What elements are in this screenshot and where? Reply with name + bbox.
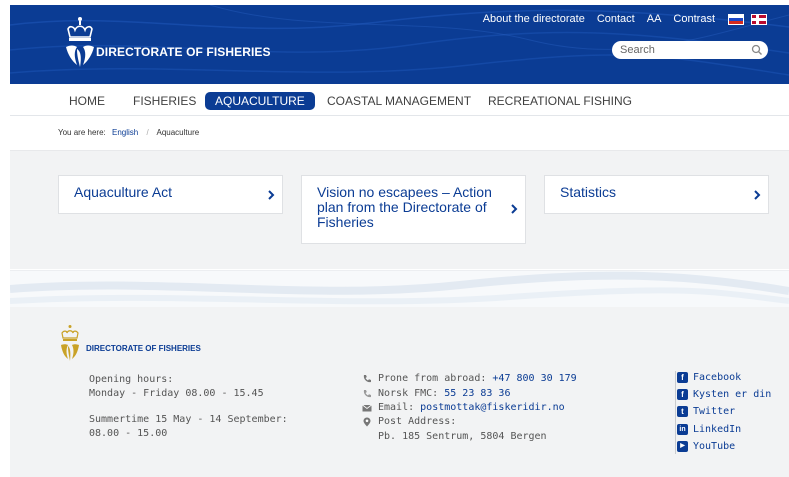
nav-home[interactable]: HOME: [69, 92, 105, 110]
summertime-label: Summertime 15 May - 14 September:: [89, 414, 288, 425]
youtube-icon[interactable]: ▶: [677, 441, 688, 452]
email-icon: [362, 404, 372, 412]
nav-fisheries[interactable]: FISHERIES: [133, 92, 196, 110]
linkedin-icon[interactable]: in: [677, 424, 688, 435]
fmc-label: Norsk FMC:: [378, 388, 439, 399]
site-header: DIRECTORATE OF FISHERIES About the direc…: [10, 5, 789, 84]
chevron-right-icon: [754, 190, 761, 200]
chevron-right-icon: [268, 190, 275, 200]
contact-link[interactable]: Contact: [597, 13, 635, 25]
facebook-icon[interactable]: f: [677, 372, 688, 383]
facebook-link[interactable]: Facebook: [693, 372, 741, 383]
crown-logo-icon[interactable]: [60, 15, 100, 71]
main-navigation: HOME FISHERIES AQUACULTURE COASTAL MANAG…: [10, 84, 789, 116]
russian-flag-icon[interactable]: [728, 13, 744, 25]
kysten-er-din-link[interactable]: Kysten er din: [693, 389, 771, 400]
opening-hours-label: Opening hours:: [89, 374, 174, 385]
twitter-icon[interactable]: t: [677, 406, 688, 417]
phone-label: Prone from abroad:: [378, 373, 487, 384]
fmc-line: Norsk FMC: 55 23 83 36: [378, 388, 510, 399]
card-title: Aquaculture Act: [74, 184, 173, 200]
card-title-line: plan from the Directorate of: [317, 199, 487, 215]
post-address-label: Post Address:: [378, 416, 457, 427]
card-aquaculture-act[interactable]: Aquaculture Act: [58, 175, 283, 214]
card-title: Vision no escapees – Action plan from th…: [317, 185, 492, 230]
phone-line: Prone from abroad: +47 800 30 179: [378, 373, 577, 384]
phone-icon: [363, 375, 371, 383]
contrast-link[interactable]: Contrast: [673, 13, 715, 25]
opening-hours-value: Monday - Friday 08.00 - 15.45: [89, 388, 264, 399]
breadcrumb-current: Aquaculture: [156, 128, 200, 137]
phone-link[interactable]: +47 800 30 179: [492, 373, 576, 384]
email-label: Email:: [378, 402, 415, 413]
email-link[interactable]: postmottak@fiskeridir.no: [420, 402, 565, 413]
wave-pattern: [9, 271, 789, 305]
fmc-phone-icon: [363, 390, 371, 398]
breadcrumb: You are here: English / Aquaculture: [58, 128, 199, 137]
decorative-wave-band: [9, 270, 789, 307]
card-title-line: Vision no escapees – Action: [317, 184, 492, 200]
card-statistics[interactable]: Statistics: [544, 175, 769, 214]
twitter-link[interactable]: Twitter: [693, 406, 735, 417]
breadcrumb-home-link[interactable]: English: [112, 128, 138, 137]
fmc-link[interactable]: 55 23 83 36: [444, 388, 510, 399]
nav-coastal-management[interactable]: COASTAL MANAGEMENT: [327, 92, 471, 110]
email-line: Email: postmottak@fiskeridir.no: [378, 402, 565, 413]
norwegian-flag-icon[interactable]: [751, 13, 767, 25]
card-title: Statistics: [560, 184, 617, 200]
facebook-icon[interactable]: f: [677, 389, 688, 400]
nav-recreational-fishing[interactable]: RECREATIONAL FISHING: [488, 92, 632, 110]
about-link[interactable]: About the directorate: [483, 13, 585, 25]
footer-logo-text[interactable]: DIRECTORATE OF FISHERIES: [86, 344, 201, 353]
text-size-link[interactable]: AA: [647, 13, 662, 25]
breadcrumb-prefix: You are here:: [58, 128, 106, 137]
linkedin-link[interactable]: LinkedIn: [693, 424, 741, 435]
footer-crown-logo-icon[interactable]: [58, 324, 82, 364]
card-title-line: Fisheries: [317, 214, 374, 230]
post-address-value: Pb. 185 Sentrum, 5804 Bergen: [378, 431, 547, 442]
utility-links: About the directorate Contact AA Contras…: [471, 10, 767, 28]
social-divider: [675, 371, 676, 454]
youtube-link[interactable]: YouTube: [693, 441, 735, 452]
site-logo-text[interactable]: DIRECTORATE OF FISHERIES: [96, 45, 271, 59]
map-pin-icon: [363, 417, 371, 427]
search-input[interactable]: [612, 41, 768, 59]
search-icon[interactable]: [751, 44, 763, 56]
card-vision-no-escapees[interactable]: Vision no escapees – Action plan from th…: [301, 175, 526, 244]
summertime-value: 08.00 - 15.00: [89, 428, 168, 439]
nav-aquaculture[interactable]: AQUACULTURE: [205, 92, 315, 110]
breadcrumb-separator: /: [146, 128, 149, 137]
chevron-right-icon: [511, 204, 518, 214]
